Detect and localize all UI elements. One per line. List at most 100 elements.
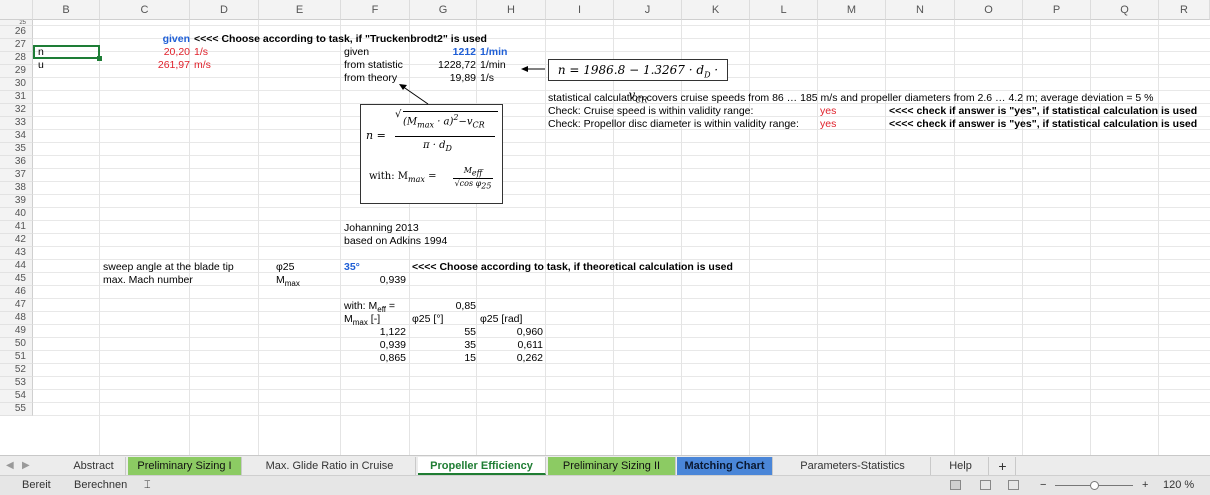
mach-table-deg[interactable]: 15 xyxy=(410,352,476,365)
row-header-40[interactable]: 40 xyxy=(0,208,33,221)
mach-table-mmax[interactable]: 0,939 xyxy=(344,339,406,352)
column-header-o[interactable]: O xyxy=(955,0,1023,20)
cell-f29[interactable]: from theory xyxy=(344,72,397,85)
row-header-33[interactable]: 33 xyxy=(0,117,33,130)
row-header-45[interactable]: 45 xyxy=(0,273,33,286)
row-header-48[interactable]: 48 xyxy=(0,312,33,325)
cell-f40[interactable]: based on Adkins 1994 xyxy=(344,235,447,248)
accessibility-icon[interactable]: ⌶ xyxy=(144,476,151,495)
row-header-42[interactable]: 42 xyxy=(0,234,33,247)
cell-n31[interactable]: <<<< check if answer is "yes", if statis… xyxy=(889,105,1197,118)
cell-f46[interactable]: Mmax [-] xyxy=(344,313,380,327)
cell-c27[interactable]: 20,20 xyxy=(100,46,190,59)
row-header-44[interactable]: 44 xyxy=(0,260,33,273)
cell-b27[interactable]: n xyxy=(38,46,44,59)
add-sheet-button[interactable]: + xyxy=(990,457,1016,475)
row-header-32[interactable]: 32 xyxy=(0,104,33,117)
row-header-28[interactable]: 28 xyxy=(0,52,33,65)
row-header-46[interactable]: 46 xyxy=(0,286,33,299)
cell-e42[interactable]: φ25 xyxy=(276,261,295,274)
column-header-b[interactable]: B xyxy=(33,0,100,20)
row-header-51[interactable]: 51 xyxy=(0,351,33,364)
row-header-34[interactable]: 34 xyxy=(0,130,33,143)
row-header-35[interactable]: 35 xyxy=(0,143,33,156)
page-layout-icon[interactable] xyxy=(980,480,991,490)
cell-e43[interactable]: Mmax xyxy=(276,274,300,288)
zoom-out-button[interactable]: − xyxy=(1040,476,1046,495)
cell-h27[interactable]: 1/min xyxy=(480,46,507,59)
mach-table-deg[interactable]: 35 xyxy=(410,339,476,352)
zoom-in-button[interactable]: + xyxy=(1142,476,1148,495)
row-header-31[interactable]: 31 xyxy=(0,91,33,104)
row-header-29[interactable]: 29 xyxy=(0,65,33,78)
cell-g27[interactable]: 1212 xyxy=(410,46,476,59)
row-header-38[interactable]: 38 xyxy=(0,182,33,195)
cell-d28[interactable]: m/s xyxy=(194,59,211,72)
column-header-r[interactable]: R xyxy=(1159,0,1210,20)
row-header-53[interactable]: 53 xyxy=(0,377,33,390)
row-header-26[interactable]: 26 xyxy=(0,26,33,39)
tab-abstract[interactable]: Abstract xyxy=(62,457,126,475)
tab-help[interactable]: Help xyxy=(933,457,989,475)
cell-i32[interactable]: Check: Propellor disc diameter is within… xyxy=(548,118,799,131)
cell-n32[interactable]: <<<< check if answer is "yes", if statis… xyxy=(889,118,1197,131)
cell-c43[interactable]: max. Mach number xyxy=(103,274,193,287)
cell-g45[interactable]: 0,85 xyxy=(410,300,476,313)
cell-f45[interactable]: with: Meff = xyxy=(344,300,395,314)
row-header-27[interactable]: 27 xyxy=(0,39,33,52)
column-header-p[interactable]: P xyxy=(1023,0,1091,20)
row-header-43[interactable]: 43 xyxy=(0,247,33,260)
column-header-j[interactable]: J xyxy=(614,0,682,20)
column-header-c[interactable]: C xyxy=(100,0,190,20)
normal-view-icon[interactable] xyxy=(950,480,961,490)
cell-f43[interactable]: 0,939 xyxy=(344,274,406,287)
mach-table-deg[interactable]: 55 xyxy=(410,326,476,339)
cell-f28[interactable]: from statistic xyxy=(344,59,403,72)
spreadsheet-grid[interactable]: BCDEFGHIJKLMNOPQR 25 26 27 28 29 30 31 32 33 34 35… xyxy=(0,0,1210,455)
row-header-47[interactable]: 47 xyxy=(0,299,33,312)
tab-max-glide-ratio-in-cruise[interactable]: Max. Glide Ratio in Cruise xyxy=(244,457,416,475)
tab-scroll-right-icon[interactable]: ▶ xyxy=(22,457,30,475)
cell-d27[interactable]: 1/s xyxy=(194,46,208,59)
tab-scroll-left-icon[interactable]: ◀ xyxy=(6,457,14,475)
mach-table-mmax[interactable]: 1,122 xyxy=(344,326,406,339)
column-header-d[interactable]: D xyxy=(190,0,259,20)
cell-f39[interactable]: Johanning 2013 xyxy=(344,222,419,235)
mach-table-mmax[interactable]: 0,865 xyxy=(344,352,406,365)
column-header-k[interactable]: K xyxy=(682,0,750,20)
column-header-i[interactable]: I xyxy=(546,0,614,20)
column-header-e[interactable]: E xyxy=(259,0,341,20)
cell-c26-given[interactable]: given xyxy=(100,33,190,46)
column-header-f[interactable]: F xyxy=(341,0,410,20)
cell-f42[interactable]: 35° xyxy=(344,261,360,274)
row-header-54[interactable]: 54 xyxy=(0,390,33,403)
cell-f27[interactable]: given xyxy=(344,46,369,59)
cell-i31[interactable]: Check: Cruise speed is within validity r… xyxy=(548,105,753,118)
cell-g42[interactable]: <<<< Choose according to task, if theore… xyxy=(412,261,733,274)
row-header-52[interactable]: 52 xyxy=(0,364,33,377)
row-header-37[interactable]: 37 xyxy=(0,169,33,182)
row-header-30[interactable]: 30 xyxy=(0,78,33,91)
column-header-q[interactable]: Q xyxy=(1091,0,1159,20)
row-header-41[interactable]: 41 xyxy=(0,221,33,234)
column-header-h[interactable]: H xyxy=(477,0,546,20)
row-header-49[interactable]: 49 xyxy=(0,325,33,338)
cell-m32[interactable]: yes xyxy=(820,118,836,131)
zoom-slider-thumb[interactable] xyxy=(1090,481,1099,490)
cell-h46[interactable]: φ25 [rad] xyxy=(480,313,522,326)
column-header-m[interactable]: M xyxy=(818,0,886,20)
mach-table-rad[interactable]: 0,611 xyxy=(477,339,544,352)
select-all-corner[interactable] xyxy=(0,0,33,20)
cell-c42[interactable]: sweep angle at the blade tip xyxy=(103,261,234,274)
tab-parameters-statistics[interactable]: Parameters-Statistics xyxy=(775,457,931,475)
tab-preliminary-sizing-i[interactable]: Preliminary Sizing I xyxy=(128,457,242,475)
mach-table-rad[interactable]: 0,262 xyxy=(477,352,543,365)
cell-c28[interactable]: 261,97 xyxy=(100,59,190,72)
cell-h28[interactable]: 1/min xyxy=(480,59,506,72)
tab-preliminary-sizing-ii[interactable]: Preliminary Sizing II xyxy=(548,457,676,475)
tab-propeller-efficiency[interactable]: Propeller Efficiency xyxy=(418,457,546,475)
row-header-39[interactable]: 39 xyxy=(0,195,33,208)
cell-g29[interactable]: 19,89 xyxy=(410,72,476,85)
page-break-icon[interactable] xyxy=(1008,480,1019,490)
column-header-g[interactable]: G xyxy=(410,0,477,20)
